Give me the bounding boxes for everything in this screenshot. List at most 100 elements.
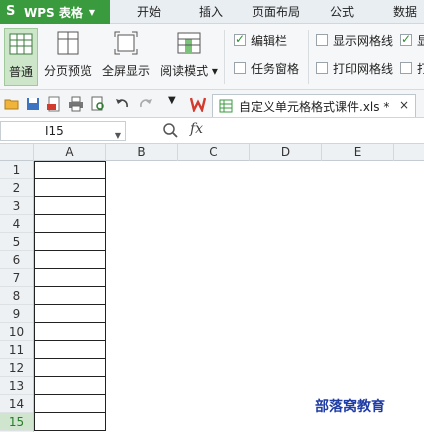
- cell-a[interactable]: [34, 305, 106, 323]
- reading-mode-icon: [177, 32, 201, 54]
- print-headers-checkbox[interactable]: 打: [400, 60, 424, 76]
- row-header[interactable]: 1: [0, 161, 33, 179]
- formula-bar: I15 ▼ fx: [0, 118, 424, 144]
- row-header[interactable]: 3: [0, 197, 33, 215]
- tab-formulas[interactable]: 公式: [327, 0, 357, 24]
- ribbon: 普通 分页预览 全屏显示 阅读模式 ▾ 编辑栏 任务窗格 显示网格线: [0, 24, 424, 90]
- app-name: WPS 表格: [24, 5, 83, 20]
- wps-w-logo-icon: [190, 97, 206, 112]
- normal-view-label: 普通: [8, 65, 33, 79]
- row-header[interactable]: 6: [0, 251, 33, 269]
- row-header[interactable]: 4: [0, 215, 33, 233]
- column-header-b[interactable]: B: [106, 144, 178, 161]
- save-icon[interactable]: [25, 96, 41, 112]
- reading-mode-button[interactable]: 阅读模式 ▾: [158, 28, 220, 86]
- column-header-bar: A B C D E: [0, 144, 424, 161]
- cell-a[interactable]: [34, 215, 106, 233]
- row-header[interactable]: 9: [0, 305, 33, 323]
- row-header[interactable]: 5: [0, 233, 33, 251]
- watermark-text: 部落窝教育: [315, 399, 385, 415]
- insert-function-icon[interactable]: fx: [190, 121, 203, 137]
- show-gridlines-label: 显示网格线: [333, 33, 394, 48]
- fullscreen-label: 全屏显示: [101, 64, 150, 78]
- task-pane-checkbox-label: 任务窗格: [251, 61, 300, 76]
- name-box[interactable]: I15 ▼: [0, 121, 126, 141]
- tab-insert[interactable]: 插入: [194, 0, 228, 24]
- print-icon[interactable]: [68, 96, 84, 112]
- redo-icon[interactable]: [138, 96, 154, 112]
- tab-data[interactable]: 数据: [389, 0, 421, 24]
- ribbon-separator: [224, 30, 225, 84]
- cell-a[interactable]: [34, 377, 106, 395]
- fullscreen-button[interactable]: 全屏显示: [98, 28, 154, 86]
- row-header[interactable]: 15: [0, 413, 33, 431]
- select-all-corner[interactable]: [0, 144, 34, 161]
- page-break-preview-button[interactable]: 分页预览: [42, 28, 94, 86]
- column-header-e[interactable]: E: [322, 144, 394, 161]
- row-header[interactable]: 10: [0, 323, 33, 341]
- row-header[interactable]: 12: [0, 359, 33, 377]
- column-header-a[interactable]: A: [34, 144, 106, 161]
- cell-a[interactable]: [34, 413, 106, 431]
- checkbox-checked-icon: [400, 32, 412, 46]
- checkbox-icon: [316, 62, 328, 74]
- page-break-preview-icon: [57, 31, 79, 55]
- row-header[interactable]: 7: [0, 269, 33, 287]
- export-pdf-icon[interactable]: [46, 96, 62, 112]
- document-tab[interactable]: 自定义单元格格式课件.xls * ×: [212, 94, 416, 117]
- fullscreen-icon: [114, 31, 138, 55]
- row-header[interactable]: 2: [0, 179, 33, 197]
- chevron-down-icon: ▼: [88, 7, 96, 17]
- row-header-bar: 1 2 3 4 5 6 7 8 9 10 11 12 13 14 15: [0, 161, 34, 432]
- menu-bar: S WPS 表格 ▼ 开始 插入 页面布局 公式 数据: [0, 0, 424, 24]
- cell-a[interactable]: [34, 287, 106, 305]
- formula-bar-checkbox-label: 编辑栏: [251, 33, 288, 48]
- zoom-icon[interactable]: [162, 122, 178, 138]
- chevron-down-icon[interactable]: ▼: [115, 127, 121, 145]
- app-menu-button[interactable]: S WPS 表格 ▼: [0, 0, 110, 24]
- checkbox-icon: [234, 62, 246, 74]
- cell-a[interactable]: [34, 323, 106, 341]
- checkbox-icon: [400, 62, 412, 74]
- tab-page-layout[interactable]: 页面布局: [250, 0, 302, 24]
- print-headers-label: 打: [417, 61, 424, 76]
- show-headers-checkbox[interactable]: 显: [400, 32, 424, 48]
- cell-a[interactable]: [34, 161, 106, 179]
- cell-a[interactable]: [34, 179, 106, 197]
- undo-icon[interactable]: [114, 96, 130, 112]
- row-header[interactable]: 11: [0, 341, 33, 359]
- name-box-value: I15: [45, 124, 64, 138]
- cell-a[interactable]: [34, 359, 106, 377]
- tab-home[interactable]: 开始: [132, 0, 166, 24]
- cell-a[interactable]: [34, 251, 106, 269]
- cell-a[interactable]: [34, 197, 106, 215]
- normal-view-button[interactable]: 普通: [4, 28, 38, 86]
- close-tab-icon[interactable]: ×: [399, 98, 409, 112]
- open-folder-icon[interactable]: [4, 96, 20, 112]
- cell-a[interactable]: [34, 341, 106, 359]
- spreadsheet-file-icon: [219, 99, 233, 113]
- column-header-d[interactable]: D: [250, 144, 322, 161]
- checkbox-checked-icon: [234, 32, 246, 46]
- cell-a[interactable]: [34, 233, 106, 251]
- formula-bar-checkbox[interactable]: 编辑栏: [234, 32, 287, 48]
- normal-view-icon: [9, 33, 33, 55]
- cell-a[interactable]: [34, 395, 106, 413]
- checkbox-icon: [316, 34, 328, 46]
- cell-a[interactable]: [34, 269, 106, 287]
- column-header-c[interactable]: C: [178, 144, 250, 161]
- print-gridlines-label: 打印网格线: [333, 61, 394, 76]
- spreadsheet-grid[interactable]: A B C D E 1 2 3 4 5 6 7 8 9 10 11 12 13 14 15: [0, 144, 424, 432]
- print-preview-icon[interactable]: [90, 96, 106, 112]
- task-pane-checkbox[interactable]: 任务窗格: [234, 60, 299, 76]
- row-header[interactable]: 14: [0, 395, 33, 413]
- row-header[interactable]: 13: [0, 377, 33, 395]
- ribbon-separator: [308, 30, 309, 84]
- row-header[interactable]: 8: [0, 287, 33, 305]
- customize-toolbar-chevron-icon[interactable]: ▼: [168, 95, 184, 111]
- show-gridlines-checkbox[interactable]: 显示网格线: [316, 32, 393, 48]
- print-gridlines-checkbox[interactable]: 打印网格线: [316, 60, 393, 76]
- document-tab-title: 自定义单元格格式课件.xls *: [239, 99, 390, 114]
- show-headers-label: 显: [417, 33, 424, 48]
- page-break-preview-label: 分页预览: [43, 64, 92, 78]
